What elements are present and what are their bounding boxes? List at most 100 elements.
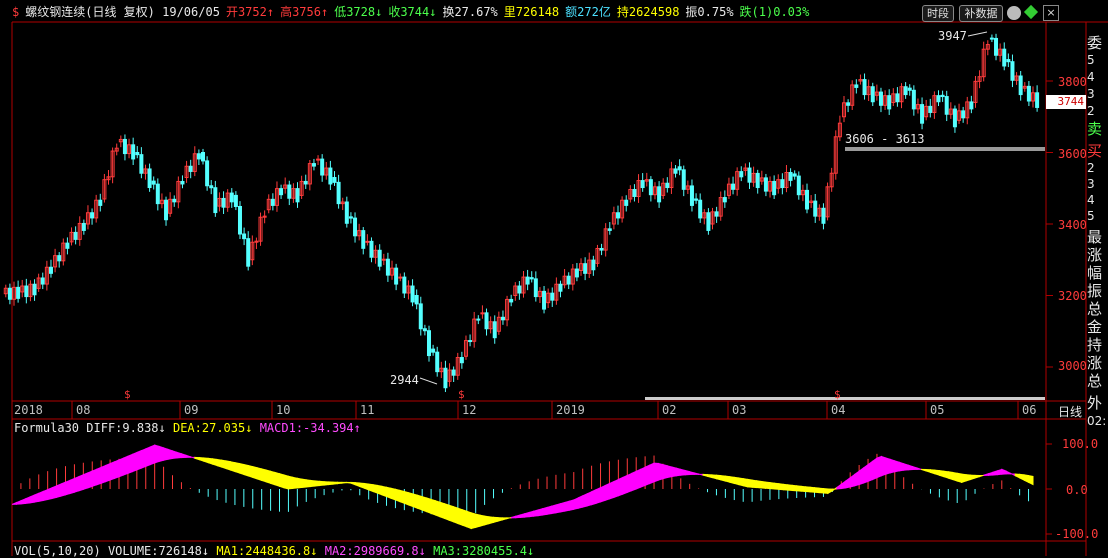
macd-band <box>711 474 717 480</box>
macd-band <box>680 468 686 476</box>
side-label: 委 <box>1087 34 1103 52</box>
macd-band <box>724 475 731 483</box>
macd-band <box>550 504 557 515</box>
order-book-panel[interactable]: 委 5 4 3 2 卖 买 2 3 4 5 最 涨 幅 振 总 金 持 涨 总 … <box>1087 34 1108 430</box>
macd-band <box>729 476 735 485</box>
candle-body <box>135 152 140 156</box>
candle-body <box>164 199 169 221</box>
candle-body <box>1002 48 1007 67</box>
dea-value: DEA:27.035↓ <box>172 421 253 435</box>
stat-label: 总 <box>1087 300 1103 318</box>
candle-body <box>320 158 325 176</box>
macd-band <box>809 486 816 493</box>
candle-body <box>7 287 12 300</box>
volume-value: 里726148 <box>503 5 560 19</box>
bottom-range-bar <box>645 397 1045 400</box>
macd-band <box>586 490 593 507</box>
macd-band <box>840 480 847 490</box>
macd-band <box>305 479 312 488</box>
macd-band <box>78 474 84 492</box>
macd-band <box>457 507 463 526</box>
macd-band <box>573 497 579 510</box>
macd-band <box>109 461 116 481</box>
range-annotation: 3606 - 3613 <box>845 132 925 146</box>
macd-band <box>827 488 833 495</box>
macd-band <box>390 487 396 501</box>
chart-canvas[interactable] <box>0 0 1108 556</box>
timeshare-button[interactable]: 时段 <box>922 5 954 22</box>
macd-band <box>243 463 249 477</box>
ask-level: 2 <box>1087 104 1095 118</box>
macd-band <box>947 471 954 481</box>
macd-band <box>978 474 985 478</box>
candle-body <box>1035 92 1040 108</box>
candle-body <box>40 277 45 285</box>
macd-band <box>394 488 401 503</box>
macd-band <box>702 473 709 478</box>
candle-body <box>591 259 596 271</box>
macd-band <box>858 466 865 486</box>
fill-data-button[interactable]: 补数据 <box>959 5 1003 22</box>
macd-value: MACD1:-34.394↑ <box>259 421 361 435</box>
candle-body <box>1026 85 1031 102</box>
macd-band <box>983 473 989 476</box>
macd-band <box>929 469 936 475</box>
macd-band <box>359 482 365 489</box>
macd-band <box>559 501 566 513</box>
macd-band <box>136 449 142 471</box>
close-icon[interactable]: × <box>1043 5 1059 21</box>
macd-band <box>189 456 196 459</box>
candle-body <box>48 266 53 274</box>
macd-band <box>720 475 726 482</box>
macd-band <box>742 478 749 488</box>
macd-band <box>764 481 771 490</box>
macd-band <box>247 464 254 479</box>
period-label[interactable]: 日线 <box>1058 403 1082 420</box>
candle-body <box>279 188 284 196</box>
bid-level: 5 <box>1087 209 1095 223</box>
macd-band <box>845 476 851 489</box>
macd-band <box>122 455 129 476</box>
macd-band <box>203 457 209 464</box>
candle-body <box>369 240 374 258</box>
macd-band <box>626 472 633 494</box>
candle-body <box>632 189 637 197</box>
candle-body <box>763 177 768 192</box>
candle-body <box>698 199 703 219</box>
settings-icon[interactable] <box>1007 6 1021 20</box>
stat-label: 最 <box>1087 228 1103 246</box>
macd-band <box>1001 468 1007 475</box>
macd-band <box>885 457 891 475</box>
macd-band <box>176 451 182 459</box>
candle-body <box>451 369 456 376</box>
macd-band <box>925 468 931 474</box>
candle-body <box>640 180 645 189</box>
macd-band <box>707 474 713 479</box>
macd-band <box>479 514 486 527</box>
macd-band <box>675 467 682 477</box>
macd-band <box>65 479 71 496</box>
macd-band <box>493 516 499 524</box>
macd-band <box>350 481 356 486</box>
candle-body <box>24 285 29 298</box>
macd-band <box>649 462 655 485</box>
date-label: 12 <box>462 403 477 417</box>
price-tick: 3400 <box>1058 218 1087 232</box>
macd-tick: -100.0 <box>1055 527 1099 541</box>
macd-band <box>60 481 67 497</box>
candle-body <box>616 212 621 219</box>
macd-band <box>11 501 17 505</box>
stat-label: 幅 <box>1087 264 1103 282</box>
macd-band <box>898 461 905 472</box>
candle-body <box>952 108 957 128</box>
candle-body <box>221 197 226 208</box>
stat-label: 涨 <box>1087 246 1103 264</box>
macd-band <box>363 482 370 491</box>
macd-band <box>301 478 307 489</box>
candle-body <box>788 172 793 181</box>
close-price: 收3744↓ <box>388 5 437 19</box>
macd-band <box>849 473 856 488</box>
candle-body <box>188 165 193 172</box>
macd-band <box>15 499 22 505</box>
macd-band <box>87 470 93 489</box>
